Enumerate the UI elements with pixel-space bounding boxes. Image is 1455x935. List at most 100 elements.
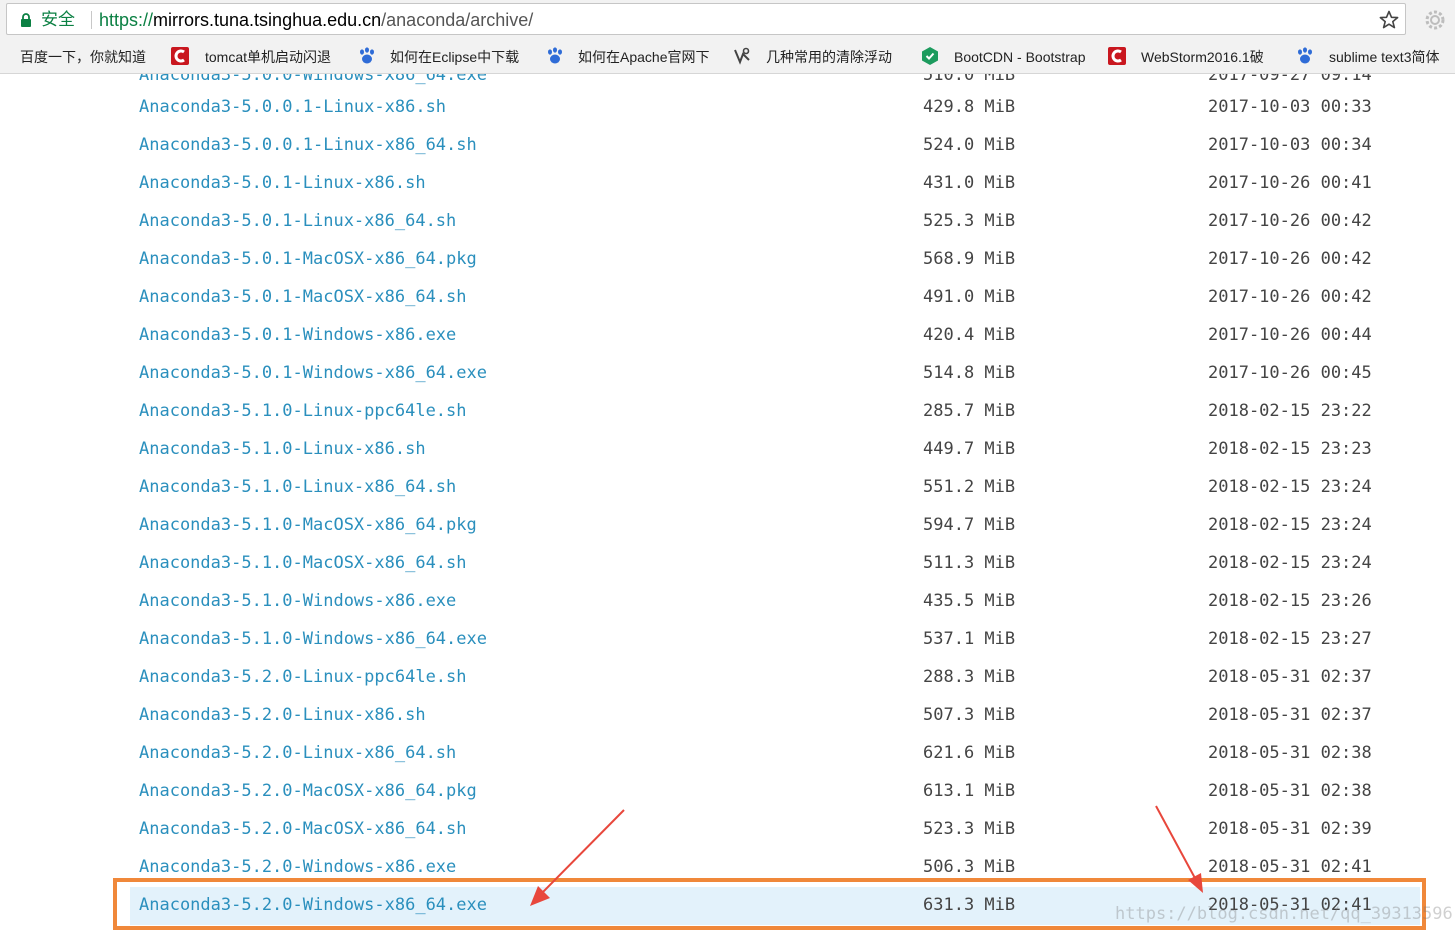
extension-gear-icon[interactable] <box>1423 8 1447 32</box>
url-path: /anaconda/archive/ <box>381 10 534 30</box>
omnibox-separator <box>91 11 92 29</box>
file-link[interactable]: Anaconda3-5.1.0-MacOSX-x86_64.sh <box>139 553 467 573</box>
table-row: Anaconda3-5.2.0-Linux-ppc64le.sh 288.3 Mi… <box>0 659 1455 697</box>
file-link[interactable]: Anaconda3-5.1.0-Linux-x86_64.sh <box>139 477 456 497</box>
table-row: Anaconda3-5.1.0-MacOSX-x86_64.pkg 594.7 M… <box>0 507 1455 545</box>
bookmark-label: tomcat单机启动闪退 <box>205 49 332 65</box>
file-date: 2017-10-26 00:42 <box>1208 249 1372 269</box>
file-link[interactable]: Anaconda3-5.0.1-Linux-x86_64.sh <box>139 211 456 231</box>
bookmark-label: BootCDN - Bootstrap <box>954 49 1086 65</box>
file-size: 613.1 MiB <box>923 781 1016 801</box>
file-link[interactable]: Anaconda3-5.0.1-Windows-x86_64.exe <box>139 363 487 383</box>
file-date: 2018-02-15 23:22 <box>1208 401 1372 421</box>
table-row: Anaconda3-5.0.0.1-Linux-x86_64.sh 524.0 M… <box>0 127 1455 165</box>
file-size: 523.3 MiB <box>923 819 1016 839</box>
file-size: 631.3 MiB <box>923 895 1016 915</box>
file-link[interactable]: Anaconda3-5.1.0-MacOSX-x86_64.pkg <box>139 515 477 535</box>
table-row: Anaconda3-5.2.0-Linux-x86_64.sh 621.6 MiB… <box>0 735 1455 773</box>
bookmark-bootcdn[interactable]: BootCDN - Bootstrap <box>954 47 1092 67</box>
bookmark-clear-float[interactable]: 几种常用的清除浮动 <box>766 47 904 67</box>
file-size: 288.3 MiB <box>923 667 1016 687</box>
file-date: 2017-09-27 09:14 <box>1208 74 1372 85</box>
file-link[interactable]: Anaconda3-5.0.1-MacOSX-x86_64.sh <box>139 287 467 307</box>
file-date: 2018-05-31 02:39 <box>1208 819 1372 839</box>
bookmark-label: 如何在Eclipse中下载 <box>390 49 520 65</box>
file-size: 525.3 MiB <box>923 211 1016 231</box>
bookmark-baidu[interactable]: 百度一下，你就知道 <box>20 47 160 67</box>
bootcdn-icon <box>922 47 938 65</box>
file-link[interactable]: Anaconda3-5.2.0-Linux-x86_64.sh <box>139 743 456 763</box>
file-size: 507.3 MiB <box>923 705 1016 725</box>
file-date: 2018-02-15 23:24 <box>1208 515 1372 535</box>
table-row: Anaconda3-5.1.0-Windows-x86_64.exe 537.1 … <box>0 621 1455 659</box>
file-date: 2017-10-26 00:45 <box>1208 363 1372 383</box>
file-date: 2018-05-31 02:38 <box>1208 743 1372 763</box>
file-link[interactable]: Anaconda3-5.1.0-Windows-x86.exe <box>139 591 456 611</box>
file-date: 2018-02-15 23:23 <box>1208 439 1372 459</box>
bookmark-webstorm[interactable]: WebStorm2016.1破 <box>1141 47 1281 67</box>
url-text[interactable]: https://mirrors.tuna.tsinghua.edu.cn/ana… <box>99 9 533 31</box>
file-date: 2018-05-31 02:38 <box>1208 781 1372 801</box>
secure-label: 安全 <box>41 10 75 29</box>
file-date: 2017-10-03 00:34 <box>1208 135 1372 155</box>
bookmark-tomcat[interactable]: tomcat单机启动闪退 <box>205 47 342 67</box>
table-row: Anaconda3-5.0.1-Linux-x86_64.sh 525.3 MiB… <box>0 203 1455 241</box>
file-link[interactable]: Anaconda3-5.2.0-MacOSX-x86_64.sh <box>139 819 467 839</box>
table-row: Anaconda3-5.0.1-MacOSX-x86_64.sh 491.0 Mi… <box>0 279 1455 317</box>
file-size: 594.7 MiB <box>923 515 1016 535</box>
file-link[interactable]: Anaconda3-5.0.0.1-Linux-x86.sh <box>139 97 446 117</box>
file-size: 551.2 MiB <box>923 477 1016 497</box>
table-row: Anaconda3-5.1.0-Linux-ppc64le.sh 285.7 Mi… <box>0 393 1455 431</box>
table-row: Anaconda3-5.0.1-Windows-x86_64.exe 514.8 … <box>0 355 1455 393</box>
file-size: 429.8 MiB <box>923 97 1016 117</box>
bookmark-label: 如何在Apache官网下 <box>578 49 710 65</box>
file-link[interactable]: Anaconda3-5.2.0-MacOSX-x86_64.pkg <box>139 781 477 801</box>
file-link[interactable]: Anaconda3-5.2.0-Linux-ppc64le.sh <box>139 667 467 687</box>
file-date: 2018-05-31 02:37 <box>1208 705 1372 725</box>
file-link[interactable]: Anaconda3-5.1.0-Linux-ppc64le.sh <box>139 401 467 421</box>
file-link[interactable]: Anaconda3-5.0.1-Linux-x86.sh <box>139 173 426 193</box>
csdn-icon <box>1108 47 1126 65</box>
table-row: Anaconda3-5.2.0-Linux-x86.sh 507.3 MiB 201… <box>0 697 1455 735</box>
lock-icon <box>21 13 31 27</box>
file-date: 2017-10-26 00:42 <box>1208 287 1372 307</box>
table-row: Anaconda3-5.2.0-MacOSX-x86_64.pkg 613.1 M… <box>0 773 1455 811</box>
bookmark-label: WebStorm2016.1破 <box>1141 49 1264 65</box>
bookmark-label: sublime text3简体 <box>1329 49 1440 65</box>
table-row: Anaconda3-5.0.1-MacOSX-x86_64.pkg 568.9 M… <box>0 241 1455 279</box>
file-link[interactable]: Anaconda3-5.0.1-MacOSX-x86_64.pkg <box>139 249 477 269</box>
file-size: 510.0 MiB <box>923 74 1016 85</box>
omnibox[interactable]: 安全 https://mirrors.tuna.tsinghua.edu.cn/… <box>6 3 1406 35</box>
file-link[interactable]: Anaconda3-5.2.0-Windows-x86.exe <box>139 857 456 877</box>
file-date: 2018-02-15 23:24 <box>1208 553 1372 573</box>
table-row: Anaconda3-5.1.0-MacOSX-x86_64.sh 511.3 Mi… <box>0 545 1455 583</box>
table-row: Anaconda3-5.0.0.1-Linux-x86.sh 429.8 MiB 2… <box>0 89 1455 127</box>
bookmark-sublime[interactable]: sublime text3简体 <box>1329 47 1455 67</box>
file-link[interactable]: Anaconda3-5.1.0-Windows-x86_64.exe <box>139 629 487 649</box>
file-size: 568.9 MiB <box>923 249 1016 269</box>
file-listing: Anaconda3-5.0.0-Windows-x86_64.exe 510.0… <box>0 74 1455 935</box>
file-date: 2017-10-26 00:41 <box>1208 173 1372 193</box>
file-date: 2018-05-31 02:37 <box>1208 667 1372 687</box>
file-link[interactable]: Anaconda3-5.0.1-Windows-x86.exe <box>139 325 456 345</box>
file-size: 524.0 MiB <box>923 135 1016 155</box>
table-row: Anaconda3-5.2.0-Windows-x86_64.exe 631.3 … <box>130 887 1420 925</box>
bookmark-eclipse[interactable]: 如何在Eclipse中下载 <box>390 47 530 67</box>
file-size: 420.4 MiB <box>923 325 1016 345</box>
table-row: Anaconda3-5.0.1-Windows-x86.exe 420.4 MiB… <box>0 317 1455 355</box>
url-host: mirrors.tuna.tsinghua.edu.cn <box>153 10 382 30</box>
bookmark-icon <box>734 47 750 65</box>
table-row: Anaconda3-5.0.1-Linux-x86.sh 431.0 MiB 201… <box>0 165 1455 203</box>
bookmarks-bar: 百度一下，你就知道 tomcat单机启动闪退 如何在Eclipse中下载 如何在… <box>0 40 1455 74</box>
url-scheme: https:// <box>99 10 154 30</box>
bookmark-star-icon[interactable] <box>1379 10 1399 30</box>
file-link[interactable]: Anaconda3-5.0.0-Windows-x86_64.exe <box>139 74 487 85</box>
file-link[interactable]: Anaconda3-5.0.0.1-Linux-x86_64.sh <box>139 135 477 155</box>
file-size: 431.0 MiB <box>923 173 1016 193</box>
file-link[interactable]: Anaconda3-5.1.0-Linux-x86.sh <box>139 439 426 459</box>
bookmark-apache[interactable]: 如何在Apache官网下 <box>578 47 718 67</box>
file-link[interactable]: Anaconda3-5.2.0-Windows-x86_64.exe <box>139 895 487 915</box>
file-link[interactable]: Anaconda3-5.2.0-Linux-x86.sh <box>139 705 426 725</box>
file-size: 621.6 MiB <box>923 743 1016 763</box>
paw-icon <box>548 47 562 64</box>
